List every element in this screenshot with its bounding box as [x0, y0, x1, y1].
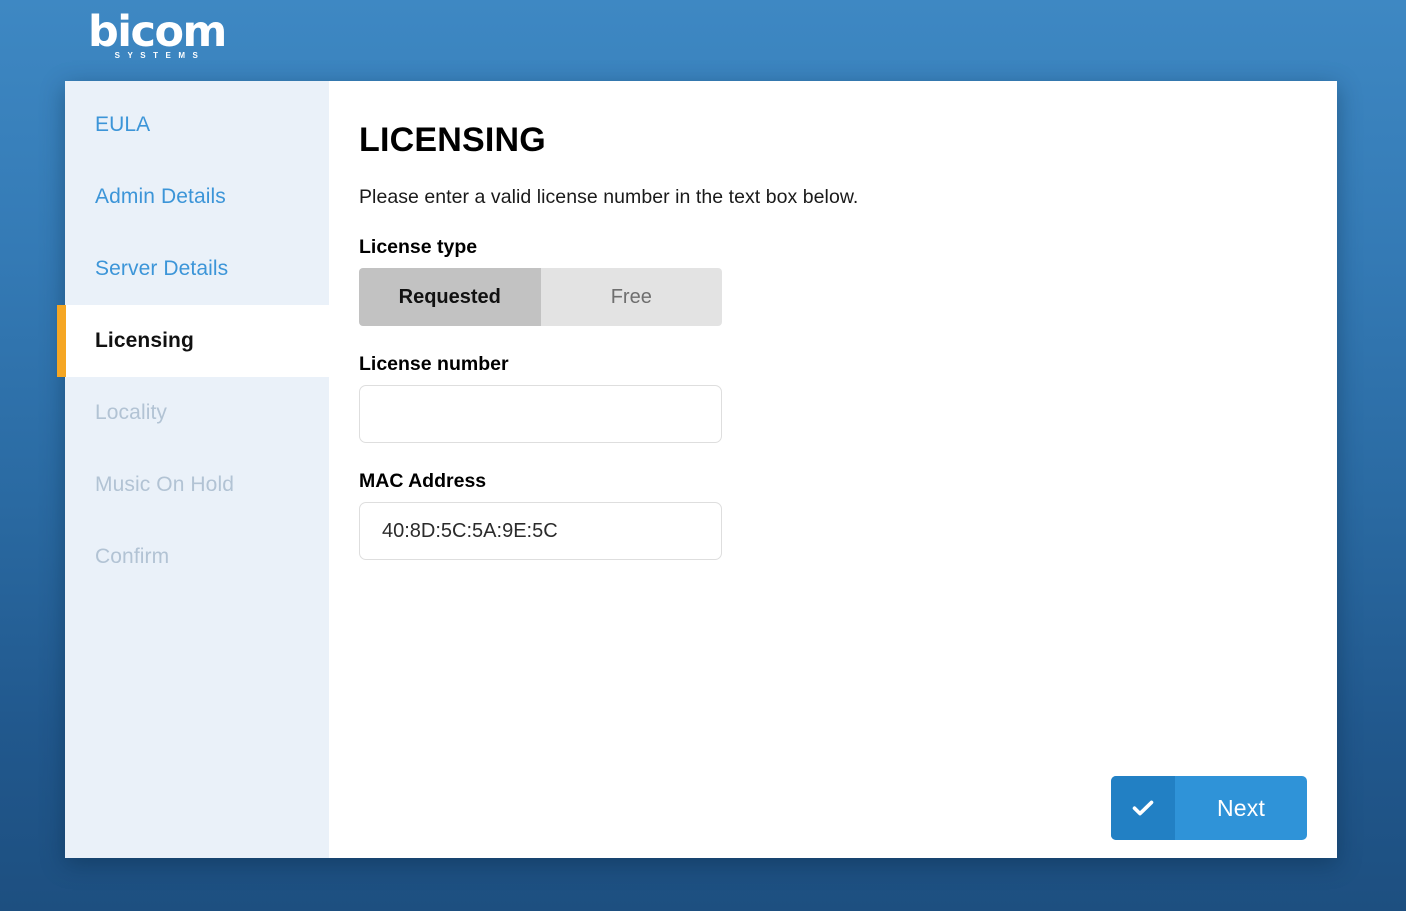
license-type-requested-button[interactable]: Requested: [359, 268, 541, 326]
step-stripe: [57, 521, 66, 593]
sidebar-item-confirm: Confirm: [65, 521, 329, 593]
next-button-label: Next: [1216, 794, 1266, 821]
sidebar-item-label: Music On Hold: [95, 473, 235, 496]
sidebar-item-label: Confirm: [95, 545, 170, 568]
intro-text: Please enter a valid license number in t…: [359, 186, 859, 208]
step-stripe: [57, 449, 66, 521]
sidebar-item-label: Admin Details: [95, 185, 226, 208]
wizard-steps-sidebar: EULA Admin Details Server Details Licens…: [57, 81, 329, 858]
step-stripe: [57, 161, 66, 233]
sidebar-item-label: EULA: [95, 113, 151, 136]
sidebar-item-admin-details[interactable]: Admin Details: [65, 161, 329, 233]
check-icon: [1111, 776, 1175, 840]
license-number-input[interactable]: [359, 385, 722, 443]
step-stripe: [57, 377, 66, 449]
mac-address-input[interactable]: [359, 502, 722, 560]
step-stripe: [57, 233, 66, 305]
logo-wordmark: bicom: [88, 7, 227, 57]
next-button[interactable]: Next: [1111, 776, 1307, 840]
sidebar-item-eula[interactable]: EULA: [65, 89, 329, 161]
active-step-stripe: [57, 305, 66, 377]
sidebar-item-server-details[interactable]: Server Details: [65, 233, 329, 305]
license-type-toggle-group: Requested Free: [359, 268, 722, 326]
bicom-systems-logo: bicom SYSTEMS: [88, 10, 238, 70]
license-type-free-button[interactable]: Free: [540, 268, 722, 326]
sidebar-item-label: Server Details: [95, 257, 229, 280]
wizard-card: EULA Admin Details Server Details Licens…: [57, 81, 1337, 858]
sidebar-item-music-on-hold: Music On Hold: [65, 449, 329, 521]
sidebar-item-licensing[interactable]: Licensing: [57, 305, 329, 377]
step-stripe: [57, 89, 66, 161]
license-type-label: License type: [359, 236, 478, 258]
mac-address-label: MAC Address: [359, 470, 487, 492]
page-title: LICENSING: [359, 121, 546, 159]
license-number-label: License number: [359, 353, 509, 375]
sidebar-item-label: Licensing: [95, 329, 194, 352]
sidebar-item-label: Locality: [95, 401, 168, 424]
sidebar-item-locality: Locality: [65, 377, 329, 449]
licensing-panel: LICENSING Please enter a valid license n…: [329, 81, 1337, 858]
